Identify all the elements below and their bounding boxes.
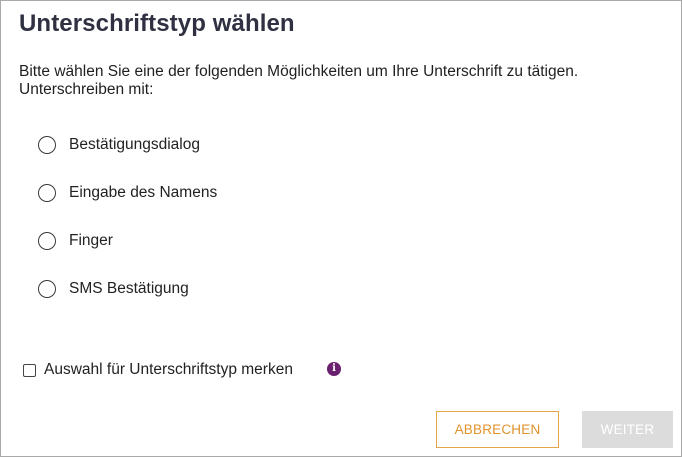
info-icon[interactable]: i <box>327 362 341 376</box>
remember-label: Auswahl für Unterschriftstyp merken <box>44 361 293 378</box>
signature-type-dialog: Unterschriftstyp wählen Bitte wählen Sie… <box>0 0 682 457</box>
radio-button[interactable] <box>38 280 56 298</box>
next-button[interactable]: WEITER <box>582 411 673 448</box>
option-label: Eingabe des Namens <box>69 184 218 201</box>
radio-button[interactable] <box>38 136 56 154</box>
option-label: Bestätigungsdialog <box>69 136 200 153</box>
dialog-title: Unterschriftstyp wählen <box>19 10 295 37</box>
option-name-entry[interactable]: Eingabe des Namens <box>38 181 217 205</box>
cancel-button[interactable]: ABBRECHEN <box>436 411 559 448</box>
option-label: SMS Bestätigung <box>69 280 189 297</box>
dialog-description: Bitte wählen Sie eine der folgenden Mögl… <box>19 63 579 98</box>
option-label: Finger <box>69 232 113 249</box>
radio-button[interactable] <box>38 232 56 250</box>
option-sms-confirmation[interactable]: SMS Bestätigung <box>38 277 189 301</box>
remember-choice[interactable]: Auswahl für Unterschriftstyp merken <box>23 359 293 381</box>
radio-button[interactable] <box>38 184 56 202</box>
option-finger[interactable]: Finger <box>38 229 113 253</box>
option-confirmation-dialog[interactable]: Bestätigungsdialog <box>38 133 200 157</box>
remember-checkbox[interactable] <box>23 363 36 377</box>
